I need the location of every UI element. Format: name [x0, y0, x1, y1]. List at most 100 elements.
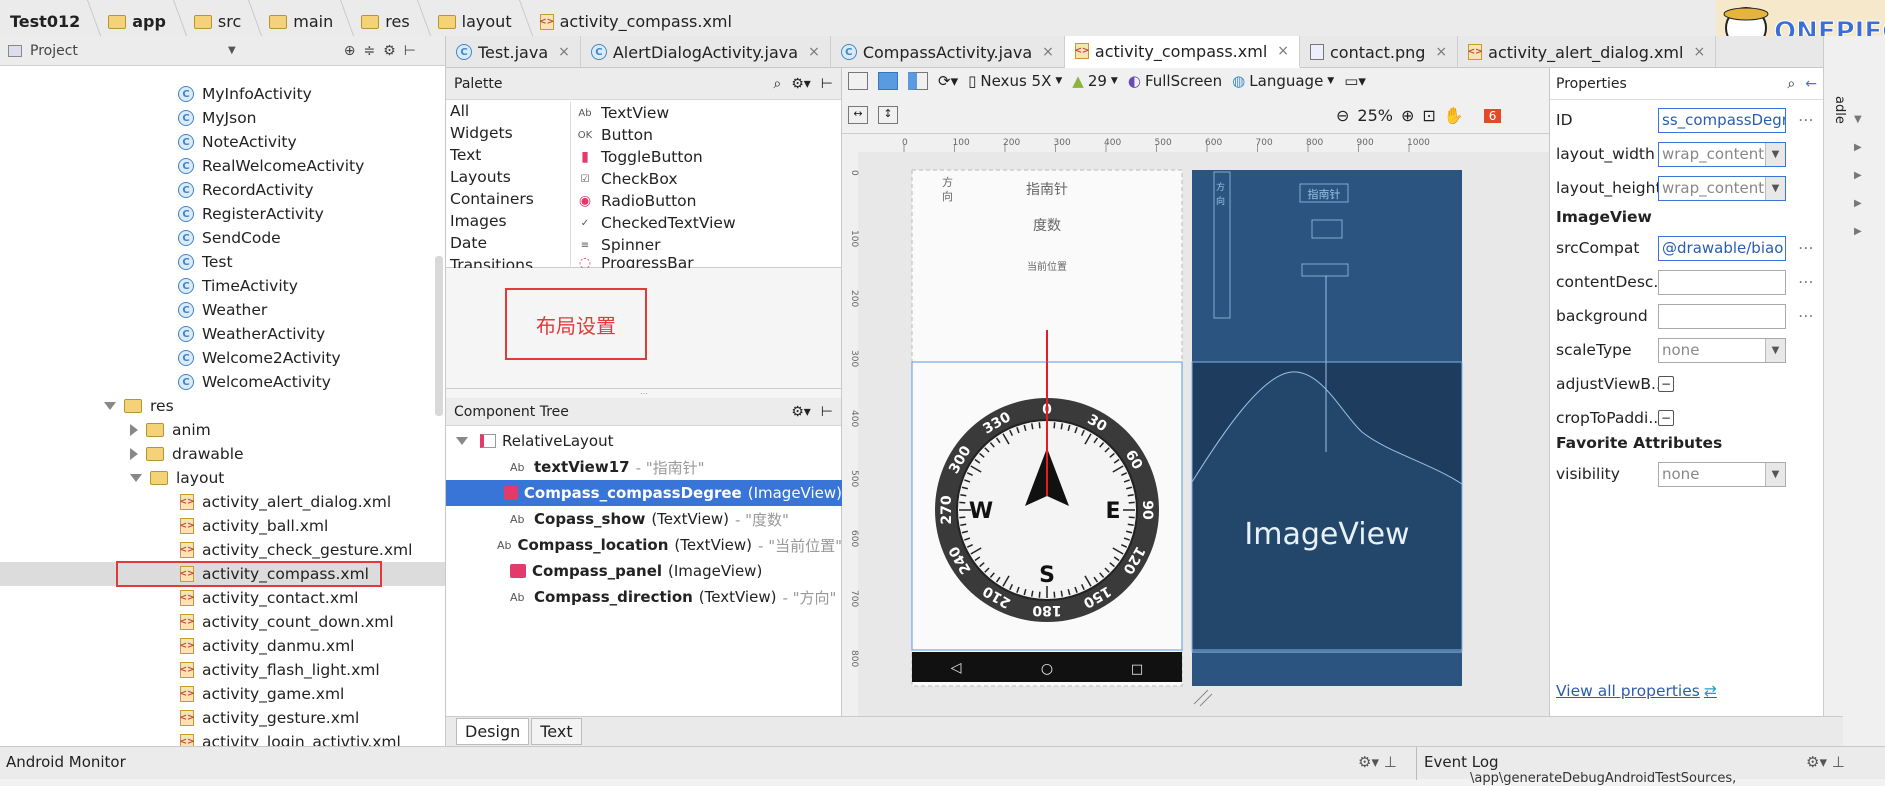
zoom-fit-icon[interactable]: ⊡ [1422, 106, 1435, 125]
tree-item-layout-file[interactable]: <> activity_alert_dialog.xml [179, 490, 391, 514]
palette-item[interactable]: ≡ Spinner [571, 234, 840, 256]
api-selector[interactable]: ▲ 29 ▼ [1072, 72, 1118, 90]
property-value-field[interactable]: @drawable/biao [1658, 235, 1786, 261]
breadcrumb-res[interactable]: res [355, 12, 415, 31]
property-checkbox[interactable]: − [1658, 376, 1674, 392]
component-node[interactable]: Ab textView17 - "指南针" [446, 454, 842, 480]
expand-icon[interactable] [456, 437, 468, 445]
palette-item[interactable]: OK Button [571, 124, 840, 146]
error-count-badge[interactable]: 6 [1483, 108, 1502, 123]
tree-item-layout-file[interactable]: <> activity_game.xml [179, 682, 344, 706]
tree-scrollbar[interactable] [435, 256, 443, 416]
collapsed-icon[interactable] [130, 424, 138, 436]
both-views-icon[interactable] [908, 72, 928, 90]
android-monitor-label[interactable]: Android Monitor [6, 753, 126, 771]
chevron-down-icon[interactable]: ▼ [1765, 176, 1785, 200]
back-arrow-icon[interactable]: ← [1805, 76, 1817, 92]
event-log-label[interactable]: Event Log [1424, 753, 1499, 771]
search-icon[interactable]: ⌕ [773, 76, 781, 92]
property-value-field[interactable]: none ▼ [1658, 461, 1786, 487]
more-icon[interactable]: ⋯ [1798, 307, 1814, 325]
property-value-field[interactable]: wrap_content ▼ [1658, 141, 1786, 167]
editor-tab[interactable]: C Test.java × [446, 36, 581, 68]
tab-text[interactable]: Text [531, 718, 582, 745]
tree-item-class[interactable]: C Test [178, 250, 233, 274]
chevron-down-icon[interactable]: ▼ [1765, 142, 1785, 166]
tree-item-folder[interactable]: layout [130, 466, 224, 490]
palette-category[interactable]: Layouts [446, 168, 566, 190]
property-value-field[interactable]: none ▼ [1658, 337, 1786, 363]
tree-item-layout-file[interactable]: <> activity_flash_light.xml [179, 658, 379, 682]
component-node[interactable]: Compass_compassDegree (ImageView) [446, 480, 842, 506]
breadcrumb-file[interactable]: <> activity_compass.xml [534, 12, 738, 31]
palette-item[interactable]: ◉ RadioButton [571, 190, 840, 212]
splitter-handle[interactable]: ⋯ [446, 388, 842, 398]
more-icon[interactable]: ⋯ [1798, 273, 1814, 291]
tree-item-layout-file[interactable]: <> activity_gesture.xml [179, 706, 359, 730]
pan-hand-icon[interactable]: ✋ [1444, 106, 1464, 125]
tree-item-class[interactable]: C MyInfoActivity [178, 82, 312, 106]
resize-handle[interactable] [1193, 689, 1209, 705]
gradle-tab[interactable]: adle [1832, 96, 1847, 124]
chevron-down-icon[interactable]: ▼ [228, 45, 236, 56]
hide-panel-icon[interactable]: ⊢ [404, 43, 416, 59]
palette-category[interactable]: Containers [446, 190, 566, 212]
tree-item-layout-file[interactable]: <> activity_count_down.xml [179, 610, 393, 634]
hide-panel-icon[interactable]: ⊢ [821, 76, 833, 92]
language-selector[interactable]: ◍ Language ▼ [1232, 72, 1334, 90]
expand-icon[interactable] [104, 402, 116, 410]
palette-item[interactable]: ▮ ToggleButton [571, 146, 840, 168]
search-icon[interactable]: ⌕ [1787, 76, 1795, 92]
zoom-in-icon[interactable]: ⊕ [1401, 106, 1414, 125]
component-root[interactable]: RelativeLayout [446, 428, 842, 454]
close-icon[interactable]: × [1042, 44, 1054, 60]
chevron-down-icon[interactable]: ▼ [1765, 462, 1785, 486]
property-value-field[interactable] [1658, 303, 1786, 329]
breadcrumb-main[interactable]: main [263, 12, 339, 31]
project-view-selector[interactable]: Project [30, 43, 220, 59]
collapse-icon[interactable]: ≑ [363, 43, 375, 59]
device-selector[interactable]: ▯ Nexus 5X ▼ [968, 72, 1062, 90]
monitor-tools[interactable]: ⚙▾ ⊥ [1358, 753, 1397, 771]
view-all-properties-link[interactable]: View all properties ⇄ [1556, 682, 1717, 700]
more-icon[interactable]: ⋯ [1798, 239, 1814, 257]
design-canvas[interactable]: 0 100 200 300 400 500 600 700 800 900 1000 0 100 200… [842, 134, 1549, 716]
breadcrumb-layout[interactable]: layout [432, 12, 518, 31]
property-value-field[interactable] [1658, 269, 1786, 295]
component-node[interactable]: Ab Compass_direction (TextView) - "方向" [446, 584, 842, 610]
tree-item-class[interactable]: C TimeActivity [178, 274, 298, 298]
expand-horizontal-icon[interactable]: ↔ [848, 106, 868, 124]
tree-item-layout-file[interactable]: <> activity_login_activtiy.xml [179, 730, 401, 746]
tree-item-class[interactable]: C WelcomeActivity [178, 370, 331, 394]
expand-icon[interactable] [130, 474, 142, 482]
tree-item-class[interactable]: C Weather [178, 298, 267, 322]
tree-item-class[interactable]: C NoteActivity [178, 130, 297, 154]
property-value-field[interactable]: ss_compassDegree [1658, 107, 1786, 133]
component-node[interactable]: Compass_panel (ImageView) [446, 558, 842, 584]
gear-icon[interactable]: ⚙▾ [791, 76, 811, 92]
theme-selector[interactable]: ◐ FullScreen [1128, 72, 1222, 90]
layout-variants-icon[interactable]: ▭▾ [1344, 72, 1366, 90]
close-icon[interactable]: × [808, 44, 820, 60]
gear-icon[interactable]: ⚙▾ [791, 404, 811, 420]
editor-tab[interactable]: contact.png × [1300, 36, 1459, 68]
blueprint-view-icon[interactable] [878, 72, 898, 90]
tree-item-folder[interactable]: drawable [130, 442, 244, 466]
palette-item[interactable]: ✓ CheckedTextView [571, 212, 840, 234]
breadcrumb-src[interactable]: src [188, 12, 247, 31]
breadcrumb-project[interactable]: Test012 [4, 12, 86, 31]
palette-category[interactable]: Date [446, 234, 566, 256]
palette-category[interactable]: Widgets [446, 124, 566, 146]
editor-tab[interactable]: <> activity_alert_dialog.xml × [1458, 36, 1717, 68]
zoom-out-icon[interactable]: ⊖ [1336, 106, 1349, 125]
editor-tab[interactable]: C CompassActivity.java × [831, 36, 1065, 68]
chevron-down-icon[interactable]: ▼ [1765, 338, 1785, 362]
gear-icon[interactable]: ⚙ [383, 43, 396, 59]
palette-category[interactable]: Text [446, 146, 566, 168]
tree-item-layout-file[interactable]: <> activity_contact.xml [179, 586, 358, 610]
property-value-field[interactable]: wrap_content ▼ [1658, 175, 1786, 201]
tree-item-class[interactable]: C RealWelcomeActivity [178, 154, 364, 178]
hide-panel-icon[interactable]: ⊢ [821, 404, 833, 420]
editor-tab[interactable]: <> activity_compass.xml × [1064, 36, 1300, 68]
expand-vertical-icon[interactable]: ↕ [878, 106, 898, 124]
